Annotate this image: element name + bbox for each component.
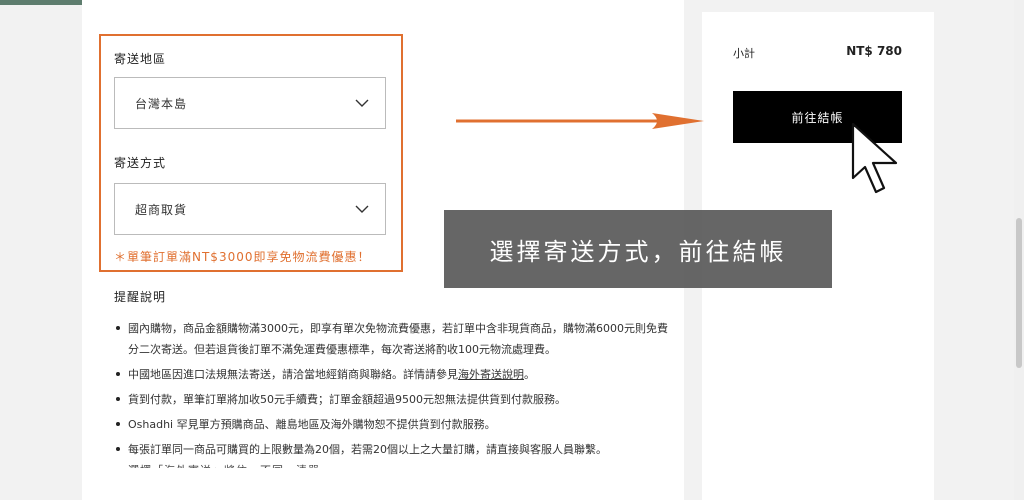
free-shipping-promo: ＊單筆訂單滿NT$3000即享免物流費優惠！ bbox=[114, 250, 371, 264]
region-select-value: 台灣本島 bbox=[135, 96, 188, 111]
method-select-value: 超商取貨 bbox=[135, 202, 188, 217]
subtotal-label: 小計 bbox=[733, 47, 755, 60]
method-select[interactable]: 超商取貨 bbox=[114, 183, 386, 235]
list-item: 貨到付款，單筆訂單將加收50元手續費；訂單金額超過9500元恕無法提供貨到付款服… bbox=[114, 389, 674, 410]
arrow-right-icon bbox=[456, 113, 704, 129]
chevron-down-icon bbox=[355, 205, 369, 213]
highlight-frame bbox=[99, 34, 403, 272]
region-select[interactable]: 台灣本島 bbox=[114, 77, 386, 129]
scrollbar-thumb[interactable] bbox=[1016, 218, 1022, 368]
partial-list-item: 選擇「海外寄送」將依…不同…清單… bbox=[128, 462, 528, 468]
instruction-callout: 選擇寄送方式，前往結帳 bbox=[444, 210, 832, 288]
note-text: 中國地區因進口法規無法寄送，請洽當地經銷商與聯絡。詳情請參見 bbox=[128, 368, 458, 381]
chevron-down-icon bbox=[355, 99, 369, 107]
notes-title: 提醒說明 bbox=[114, 290, 167, 304]
list-item: 每張訂單同一商品可購買的上限數量為20個，若需20個以上之大量訂購，請直接與客服… bbox=[114, 439, 674, 460]
method-label: 寄送方式 bbox=[114, 156, 167, 170]
region-label: 寄送地區 bbox=[114, 52, 167, 66]
list-item: 國內購物，商品金額購物滿3000元，即享有單次免物流費優惠，若訂單中含非現貨商品… bbox=[114, 318, 674, 360]
mouse-pointer-icon bbox=[851, 122, 898, 194]
subtotal-value: NT$ 780 bbox=[846, 44, 902, 58]
list-item: Oshadhi 罕見單方預購商品、離島地區及海外購物恕不提供貨到付款服務。 bbox=[114, 414, 674, 435]
list-item: 中國地區因進口法規無法寄送，請洽當地經銷商與聯絡。詳情請參見海外寄送說明。 bbox=[114, 364, 674, 385]
note-suffix: 。 bbox=[524, 368, 535, 381]
notes-list: 國內購物，商品金額購物滿3000元，即享有單次免物流費優惠，若訂單中含非現貨商品… bbox=[114, 318, 674, 464]
overseas-shipping-link[interactable]: 海外寄送說明 bbox=[458, 368, 524, 381]
